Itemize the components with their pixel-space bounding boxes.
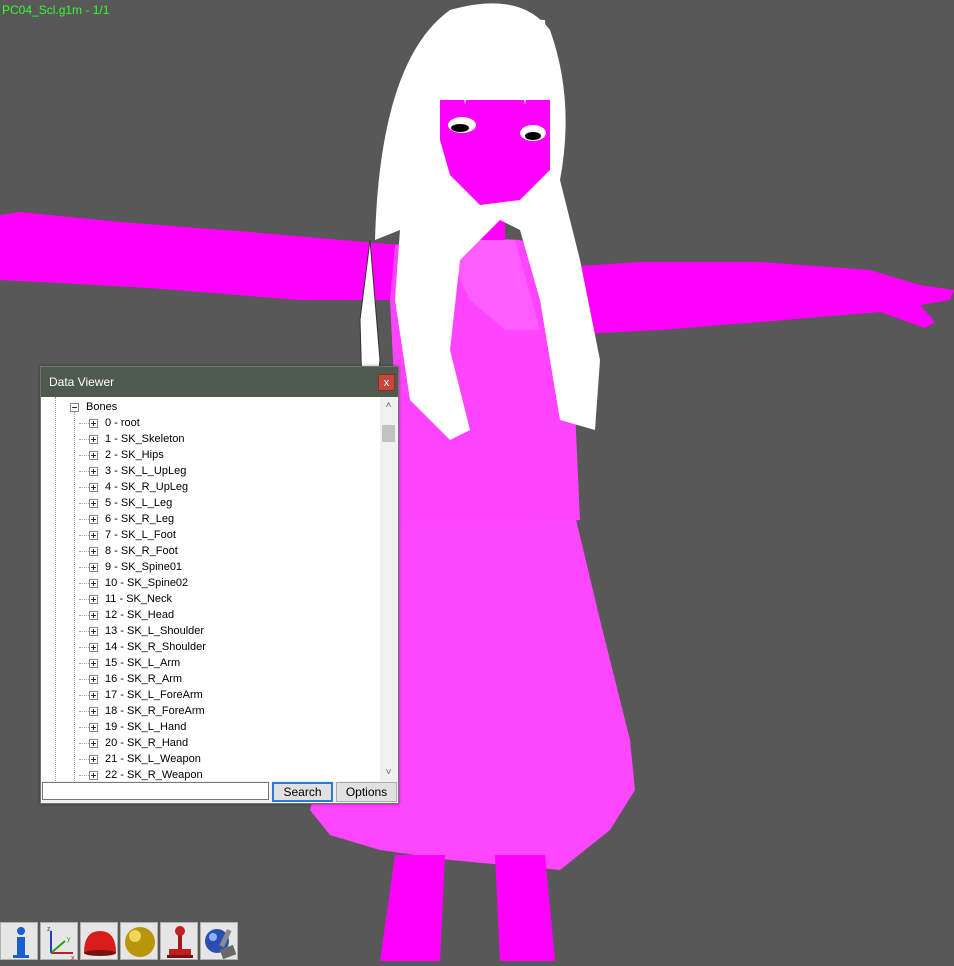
expand-icon[interactable] (89, 723, 98, 732)
globe-tool-button[interactable] (200, 922, 238, 960)
data-viewer-titlebar[interactable]: Data Viewer x (41, 367, 398, 397)
tree-node-bone[interactable]: 17 - SK_L_ForeArm (105, 688, 203, 702)
red-dome-icon (84, 931, 116, 956)
tree-node-bone[interactable]: 16 - SK_R_Arm (105, 672, 182, 686)
expand-icon[interactable] (89, 579, 98, 588)
svg-text:z: z (47, 926, 51, 933)
tree-node-bone[interactable]: 1 - SK_Skeleton (105, 432, 185, 446)
expand-icon[interactable] (89, 595, 98, 604)
expand-icon[interactable] (89, 467, 98, 476)
tool-bar: z y x (0, 922, 241, 961)
joystick-tool-button[interactable] (160, 922, 198, 960)
expand-icon[interactable] (89, 627, 98, 636)
dome-tool-button[interactable] (80, 922, 118, 960)
tree-node-bones[interactable]: Bones (86, 400, 117, 414)
expand-icon[interactable] (89, 611, 98, 620)
tree-node-bone[interactable]: 21 - SK_L_Weapon (105, 752, 201, 766)
svg-text:x: x (71, 955, 75, 961)
expand-icon[interactable] (89, 547, 98, 556)
gold-sphere-icon (125, 927, 155, 957)
info-tool-button[interactable] (0, 922, 38, 960)
tree-node-bone[interactable]: 9 - SK_Spine01 (105, 560, 182, 574)
expand-icon[interactable] (89, 755, 98, 764)
tree-scrollbar[interactable]: ˄ ˅ (380, 397, 397, 781)
tree-node-bone[interactable]: 0 - root (105, 416, 140, 430)
close-button[interactable]: x (378, 374, 395, 391)
tree-node-bone[interactable]: 19 - SK_L_Hand (105, 720, 186, 734)
expand-icon[interactable] (89, 563, 98, 572)
scroll-thumb[interactable] (382, 425, 395, 442)
expand-icon[interactable] (89, 419, 98, 428)
expand-icon[interactable] (89, 707, 98, 716)
file-label: PC04_Scl.g1m - 1/1 (2, 3, 110, 17)
expand-icon[interactable] (89, 483, 98, 492)
options-button[interactable]: Options (336, 782, 397, 802)
tree-node-bone[interactable]: 12 - SK_Head (105, 608, 174, 622)
scroll-down-icon[interactable]: ˅ (380, 764, 397, 781)
expand-icon[interactable] (89, 691, 98, 700)
tree-node-bone[interactable]: 10 - SK_Spine02 (105, 576, 188, 590)
expand-icon[interactable] (89, 739, 98, 748)
search-bar: Search Options (41, 781, 398, 803)
scroll-up-icon[interactable]: ˄ (380, 397, 397, 414)
svg-text:y: y (67, 936, 71, 943)
joystick-icon (167, 926, 193, 958)
globe-tool-icon (205, 928, 237, 960)
expand-icon[interactable] (89, 451, 98, 460)
tree-node-bone[interactable]: 13 - SK_L_Shoulder (105, 624, 204, 638)
expand-icon[interactable] (89, 499, 98, 508)
data-viewer-title: Data Viewer (49, 375, 115, 389)
tree-node-bone[interactable]: 22 - SK_R_Weapon (105, 768, 203, 781)
axes-tool-button[interactable]: z y x (40, 922, 78, 961)
tree-node-bone[interactable]: 6 - SK_R_Leg (105, 512, 174, 526)
tree-node-bone[interactable]: 2 - SK_Hips (105, 448, 164, 462)
tree-node-bone[interactable]: 20 - SK_R_Hand (105, 736, 188, 750)
tree-node-bone[interactable]: 8 - SK_R_Foot (105, 544, 178, 558)
tree-node-bone[interactable]: 11 - SK_Neck (105, 592, 172, 606)
search-input[interactable] (42, 782, 269, 800)
data-viewer-window[interactable]: Data Viewer x Bones 0 - root 1 - SK_Skele… (40, 366, 399, 804)
expand-icon[interactable] (89, 643, 98, 652)
tree-node-bone[interactable]: 4 - SK_R_UpLeg (105, 480, 188, 494)
tree-node-bone[interactable]: 3 - SK_L_UpLeg (105, 464, 186, 478)
tree-node-bone[interactable]: 7 - SK_L_Foot (105, 528, 176, 542)
tree-node-bone[interactable]: 5 - SK_L_Leg (105, 496, 172, 510)
expand-icon[interactable] (89, 659, 98, 668)
tree-node-bone[interactable]: 14 - SK_R_Shoulder (105, 640, 206, 654)
search-button[interactable]: Search (272, 782, 333, 802)
tree-node-bone[interactable]: 18 - SK_R_ForeArm (105, 704, 205, 718)
info-icon (13, 927, 29, 958)
tree-node-bone[interactable]: 15 - SK_L_Arm (105, 656, 180, 670)
axes-icon: z y x (47, 926, 75, 961)
bone-tree[interactable]: Bones 0 - root 1 - SK_Skeleton 2 - SK_Hips… (41, 397, 381, 781)
expand-icon[interactable] (89, 435, 98, 444)
expand-icon[interactable] (89, 675, 98, 684)
sphere-tool-button[interactable] (120, 922, 158, 960)
expand-icon[interactable] (89, 531, 98, 540)
expand-icon[interactable] (89, 771, 98, 780)
expand-icon[interactable] (89, 515, 98, 524)
collapse-icon[interactable] (70, 403, 79, 412)
